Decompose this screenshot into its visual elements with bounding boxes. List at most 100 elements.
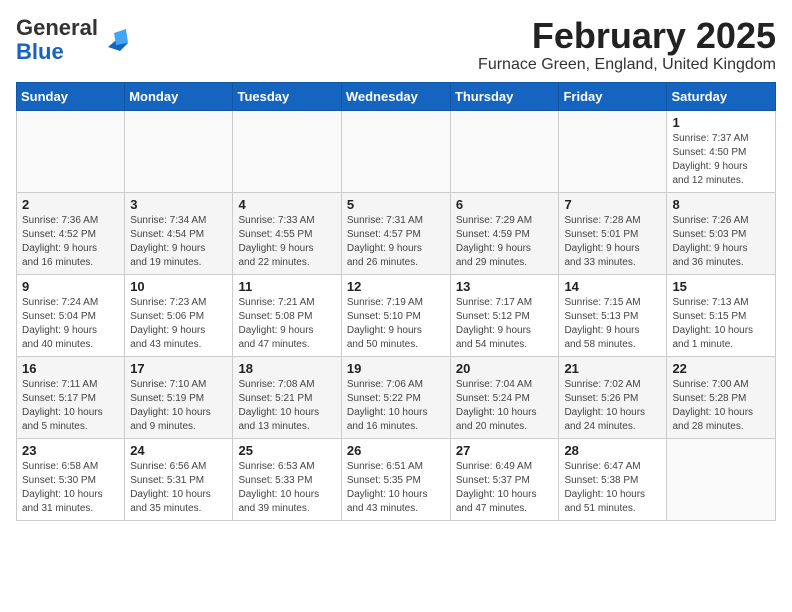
calendar-cell: 15 Sunrise: 7:13 AM Sunset: 5:15 PM Dayli…: [667, 274, 776, 356]
day-info: Sunrise: 7:06 AM Sunset: 5:22 PM Dayligh…: [347, 378, 445, 434]
calendar-cell: [341, 110, 450, 192]
calendar-cell: 19 Sunrise: 7:06 AM Sunset: 5:22 PM Dayli…: [341, 356, 450, 438]
day-info: Sunrise: 7:19 AM Sunset: 5:10 PM Dayligh…: [347, 296, 445, 352]
calendar-cell: [17, 110, 125, 192]
title-area: February 2025 Furnace Green, England, Un…: [478, 16, 776, 74]
logo-general: General: [16, 15, 98, 40]
day-info: Sunrise: 6:53 AM Sunset: 5:33 PM Dayligh…: [238, 460, 335, 516]
calendar-cell: 24 Sunrise: 6:56 AM Sunset: 5:31 PM Dayli…: [125, 438, 233, 520]
day-info: Sunrise: 7:23 AM Sunset: 5:06 PM Dayligh…: [130, 296, 227, 352]
calendar-cell: 8Sunrise: 7:26 AM Sunset: 5:03 PM Daylig…: [667, 192, 776, 274]
calendar-cell: 7 Sunrise: 7:28 AM Sunset: 5:01 PM Daylig…: [559, 192, 667, 274]
day-info: Sunrise: 7:21 AM Sunset: 5:08 PM Dayligh…: [238, 296, 335, 352]
day-info: Sunrise: 7:33 AM Sunset: 4:55 PM Dayligh…: [238, 214, 335, 270]
day-number: 12: [347, 279, 445, 294]
day-number: 7: [564, 197, 661, 212]
logo-icon: [100, 25, 130, 55]
day-info: Sunrise: 7:31 AM Sunset: 4:57 PM Dayligh…: [347, 214, 445, 270]
day-info: Sunrise: 7:10 AM Sunset: 5:19 PM Dayligh…: [130, 378, 227, 434]
calendar-cell: [450, 110, 559, 192]
calendar-cell: 1 Sunrise: 7:37 AM Sunset: 4:50 PM Daylig…: [667, 110, 776, 192]
day-info: Sunrise: 7:08 AM Sunset: 5:21 PM Dayligh…: [238, 378, 335, 434]
day-number: 19: [347, 361, 445, 376]
logo: General Blue: [16, 16, 130, 64]
calendar-cell: 6 Sunrise: 7:29 AM Sunset: 4:59 PM Daylig…: [450, 192, 559, 274]
day-info: Sunrise: 7:29 AM Sunset: 4:59 PM Dayligh…: [456, 214, 554, 270]
calendar-cell: 21 Sunrise: 7:02 AM Sunset: 5:26 PM Dayli…: [559, 356, 667, 438]
day-number: 18: [238, 361, 335, 376]
day-number: 22: [672, 361, 770, 376]
calendar-cell: 22 Sunrise: 7:00 AM Sunset: 5:28 PM Dayli…: [667, 356, 776, 438]
day-number: 3: [130, 197, 227, 212]
day-info: Sunrise: 7:28 AM Sunset: 5:01 PM Dayligh…: [564, 214, 661, 270]
calendar-cell: 17 Sunrise: 7:10 AM Sunset: 5:19 PM Dayli…: [125, 356, 233, 438]
day-number: 15: [672, 279, 770, 294]
day-number: 6: [456, 197, 554, 212]
calendar-table: SundayMondayTuesdayWednesdayThursdayFrid…: [16, 82, 776, 521]
day-number: 4: [238, 197, 335, 212]
day-info: Sunrise: 6:51 AM Sunset: 5:35 PM Dayligh…: [347, 460, 445, 516]
calendar-cell: 16Sunrise: 7:11 AM Sunset: 5:17 PM Dayli…: [17, 356, 125, 438]
calendar-cell: 14 Sunrise: 7:15 AM Sunset: 5:13 PM Dayli…: [559, 274, 667, 356]
calendar-week-row: 2Sunrise: 7:36 AM Sunset: 4:52 PM Daylig…: [17, 192, 776, 274]
day-number: 13: [456, 279, 554, 294]
day-info: Sunrise: 7:13 AM Sunset: 5:15 PM Dayligh…: [672, 296, 770, 352]
day-number: 27: [456, 443, 554, 458]
day-number: 26: [347, 443, 445, 458]
day-number: 9: [22, 279, 119, 294]
calendar-cell: 27 Sunrise: 6:49 AM Sunset: 5:37 PM Dayli…: [450, 438, 559, 520]
day-number: 28: [564, 443, 661, 458]
weekday-header-wednesday: Wednesday: [341, 82, 450, 110]
day-number: 20: [456, 361, 554, 376]
day-number: 5: [347, 197, 445, 212]
calendar-cell: [233, 110, 341, 192]
day-number: 24: [130, 443, 227, 458]
calendar-week-row: 1 Sunrise: 7:37 AM Sunset: 4:50 PM Daylig…: [17, 110, 776, 192]
calendar-cell: 3Sunrise: 7:34 AM Sunset: 4:54 PM Daylig…: [125, 192, 233, 274]
day-number: 1: [672, 115, 770, 130]
calendar-cell: 28 Sunrise: 6:47 AM Sunset: 5:38 PM Dayli…: [559, 438, 667, 520]
day-info: Sunrise: 7:15 AM Sunset: 5:13 PM Dayligh…: [564, 296, 661, 352]
day-number: 23: [22, 443, 119, 458]
day-info: Sunrise: 7:37 AM Sunset: 4:50 PM Dayligh…: [672, 132, 770, 188]
calendar-cell: 2Sunrise: 7:36 AM Sunset: 4:52 PM Daylig…: [17, 192, 125, 274]
day-info: Sunrise: 6:49 AM Sunset: 5:37 PM Dayligh…: [456, 460, 554, 516]
weekday-header-saturday: Saturday: [667, 82, 776, 110]
day-info: Sunrise: 6:58 AM Sunset: 5:30 PM Dayligh…: [22, 460, 119, 516]
day-number: 16: [22, 361, 119, 376]
calendar-week-row: 9 Sunrise: 7:24 AM Sunset: 5:04 PM Daylig…: [17, 274, 776, 356]
weekday-header-tuesday: Tuesday: [233, 82, 341, 110]
weekday-header-thursday: Thursday: [450, 82, 559, 110]
day-number: 17: [130, 361, 227, 376]
month-title: February 2025: [478, 16, 776, 56]
calendar-cell: [559, 110, 667, 192]
day-info: Sunrise: 7:17 AM Sunset: 5:12 PM Dayligh…: [456, 296, 554, 352]
day-number: 14: [564, 279, 661, 294]
calendar-cell: 10Sunrise: 7:23 AM Sunset: 5:06 PM Dayli…: [125, 274, 233, 356]
calendar-cell: 11 Sunrise: 7:21 AM Sunset: 5:08 PM Dayli…: [233, 274, 341, 356]
day-info: Sunrise: 6:47 AM Sunset: 5:38 PM Dayligh…: [564, 460, 661, 516]
day-info: Sunrise: 6:56 AM Sunset: 5:31 PM Dayligh…: [130, 460, 227, 516]
calendar-cell: 12 Sunrise: 7:19 AM Sunset: 5:10 PM Dayli…: [341, 274, 450, 356]
day-info: Sunrise: 7:00 AM Sunset: 5:28 PM Dayligh…: [672, 378, 770, 434]
calendar-cell: [125, 110, 233, 192]
day-info: Sunrise: 7:24 AM Sunset: 5:04 PM Dayligh…: [22, 296, 119, 352]
calendar-week-row: 16Sunrise: 7:11 AM Sunset: 5:17 PM Dayli…: [17, 356, 776, 438]
day-info: Sunrise: 7:26 AM Sunset: 5:03 PM Dayligh…: [672, 214, 770, 270]
weekday-header-row: SundayMondayTuesdayWednesdayThursdayFrid…: [17, 82, 776, 110]
location-title: Furnace Green, England, United Kingdom: [478, 56, 776, 74]
weekday-header-sunday: Sunday: [17, 82, 125, 110]
day-number: 11: [238, 279, 335, 294]
calendar-cell: 20 Sunrise: 7:04 AM Sunset: 5:24 PM Dayli…: [450, 356, 559, 438]
calendar-cell: 9 Sunrise: 7:24 AM Sunset: 5:04 PM Daylig…: [17, 274, 125, 356]
logo-blue: Blue: [16, 39, 64, 64]
calendar-cell: 18 Sunrise: 7:08 AM Sunset: 5:21 PM Dayli…: [233, 356, 341, 438]
calendar-cell: [667, 438, 776, 520]
day-info: Sunrise: 7:36 AM Sunset: 4:52 PM Dayligh…: [22, 214, 119, 270]
day-info: Sunrise: 7:04 AM Sunset: 5:24 PM Dayligh…: [456, 378, 554, 434]
calendar-cell: 25 Sunrise: 6:53 AM Sunset: 5:33 PM Dayli…: [233, 438, 341, 520]
day-info: Sunrise: 7:02 AM Sunset: 5:26 PM Dayligh…: [564, 378, 661, 434]
day-number: 21: [564, 361, 661, 376]
weekday-header-monday: Monday: [125, 82, 233, 110]
day-number: 25: [238, 443, 335, 458]
